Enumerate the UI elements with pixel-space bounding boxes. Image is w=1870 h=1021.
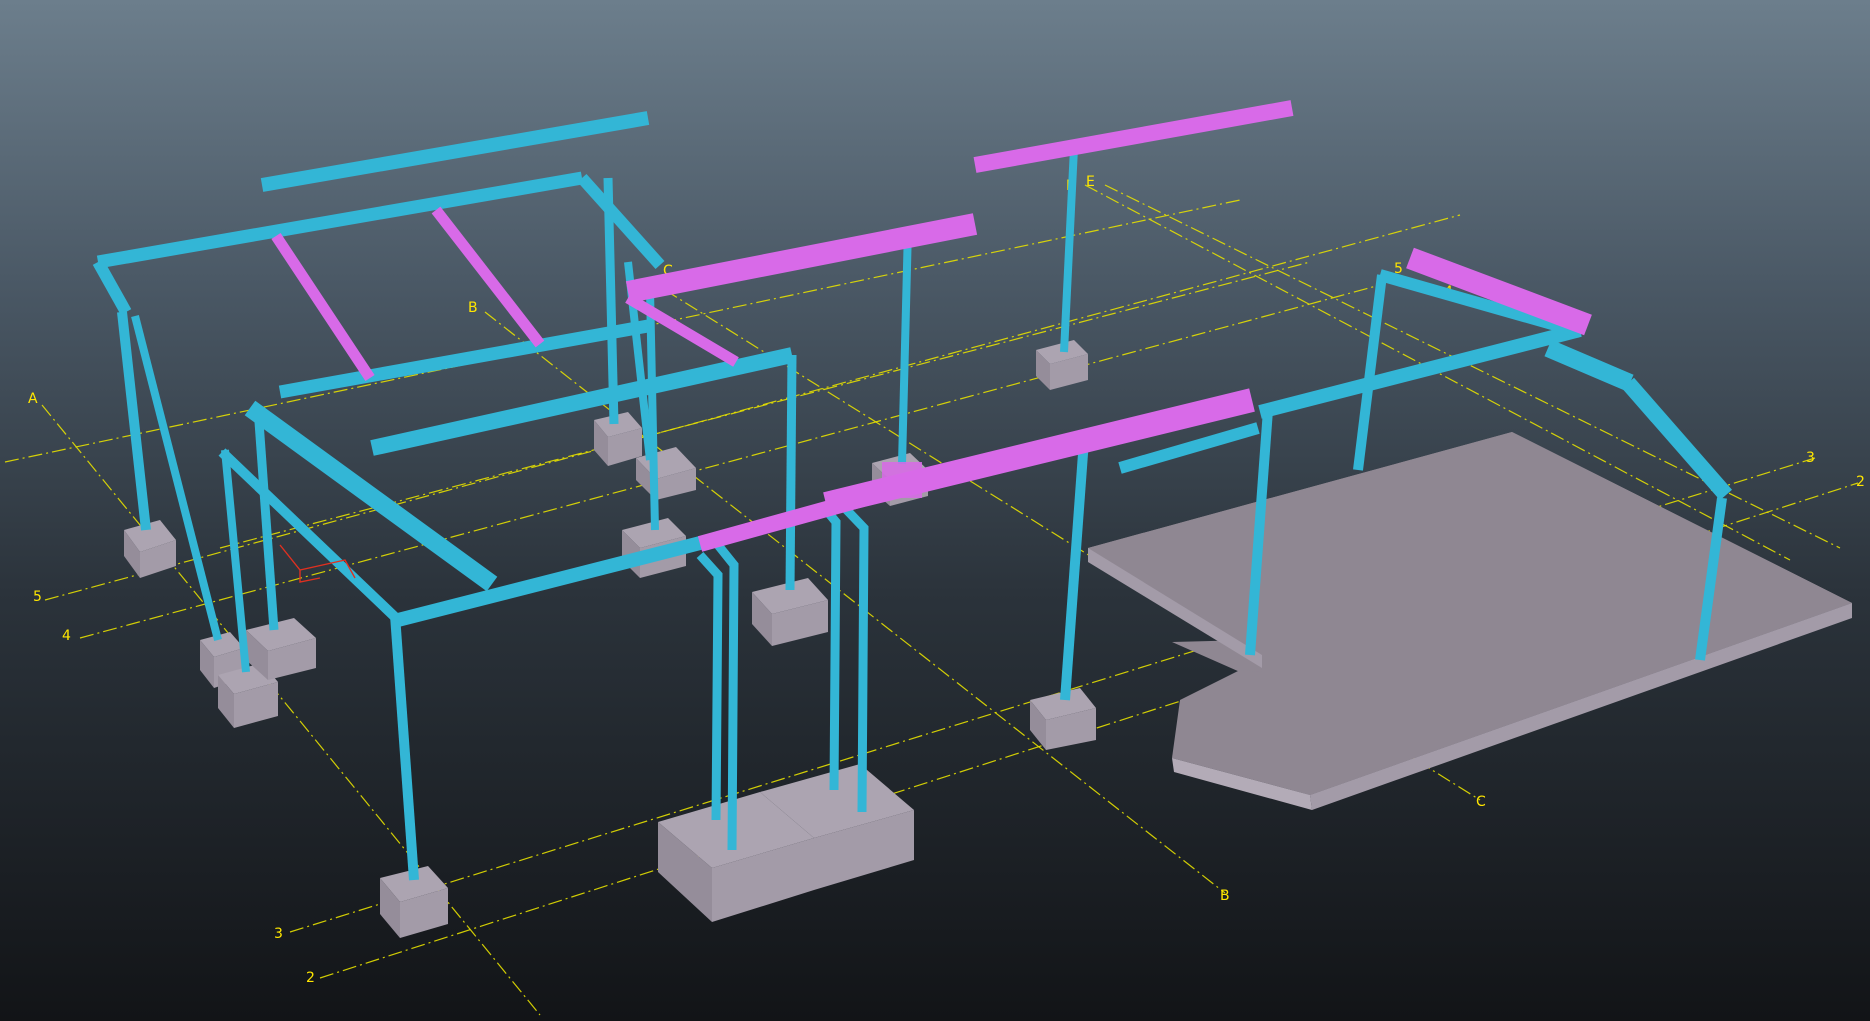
grid-label-b-bottom: B — [1220, 888, 1230, 904]
selected-beam[interactable] — [625, 213, 978, 303]
column[interactable] — [898, 227, 912, 465]
beam[interactable] — [1544, 339, 1634, 392]
pipe-column[interactable] — [818, 502, 841, 791]
selected-beam[interactable] — [431, 206, 545, 348]
column[interactable] — [253, 407, 279, 631]
beam[interactable] — [278, 319, 650, 399]
grid-line-a — [41, 404, 541, 1016]
pipe-column[interactable] — [696, 551, 723, 821]
selected-beam[interactable] — [271, 232, 375, 382]
grid-label-2-left: 2 — [306, 970, 315, 986]
grid-label-b-top: B — [468, 300, 478, 316]
grid-label-e: E — [1086, 174, 1095, 190]
column[interactable] — [785, 354, 797, 591]
selected-beam[interactable] — [973, 100, 1294, 173]
column[interactable] — [646, 289, 659, 531]
grid-label-3-left: 3 — [274, 926, 283, 942]
roof-beam[interactable] — [260, 111, 650, 192]
beam[interactable] — [1621, 377, 1733, 501]
column[interactable] — [1060, 439, 1089, 701]
column[interactable] — [131, 315, 222, 641]
column[interactable] — [1353, 274, 1387, 471]
beam[interactable] — [96, 171, 584, 269]
footing[interactable] — [636, 447, 696, 500]
grid-label-c-bottom: C — [1476, 794, 1486, 810]
beam[interactable] — [218, 448, 400, 622]
beam[interactable] — [1258, 323, 1582, 419]
beam[interactable] — [577, 173, 665, 270]
grid-label-5-left: 5 — [33, 589, 42, 605]
column-cap — [882, 462, 922, 498]
beam[interactable] — [92, 259, 132, 315]
grid-label-4-left: 4 — [62, 628, 71, 644]
grid-label-2-right: 2 — [1856, 474, 1865, 490]
concrete-slab[interactable] — [1088, 432, 1852, 810]
3d-model-viewport[interactable]: A B C D E B C 5 4 3 2 5 4 3 2 — [0, 0, 1870, 1021]
pipe-column[interactable] — [838, 501, 869, 813]
column-caps — [882, 462, 922, 498]
grid-label-3-right: 3 — [1806, 450, 1815, 466]
grid-label-a: A — [28, 391, 38, 407]
structural-model-scene[interactable]: A B C D E B C 5 4 3 2 5 4 3 2 — [0, 0, 1870, 1021]
